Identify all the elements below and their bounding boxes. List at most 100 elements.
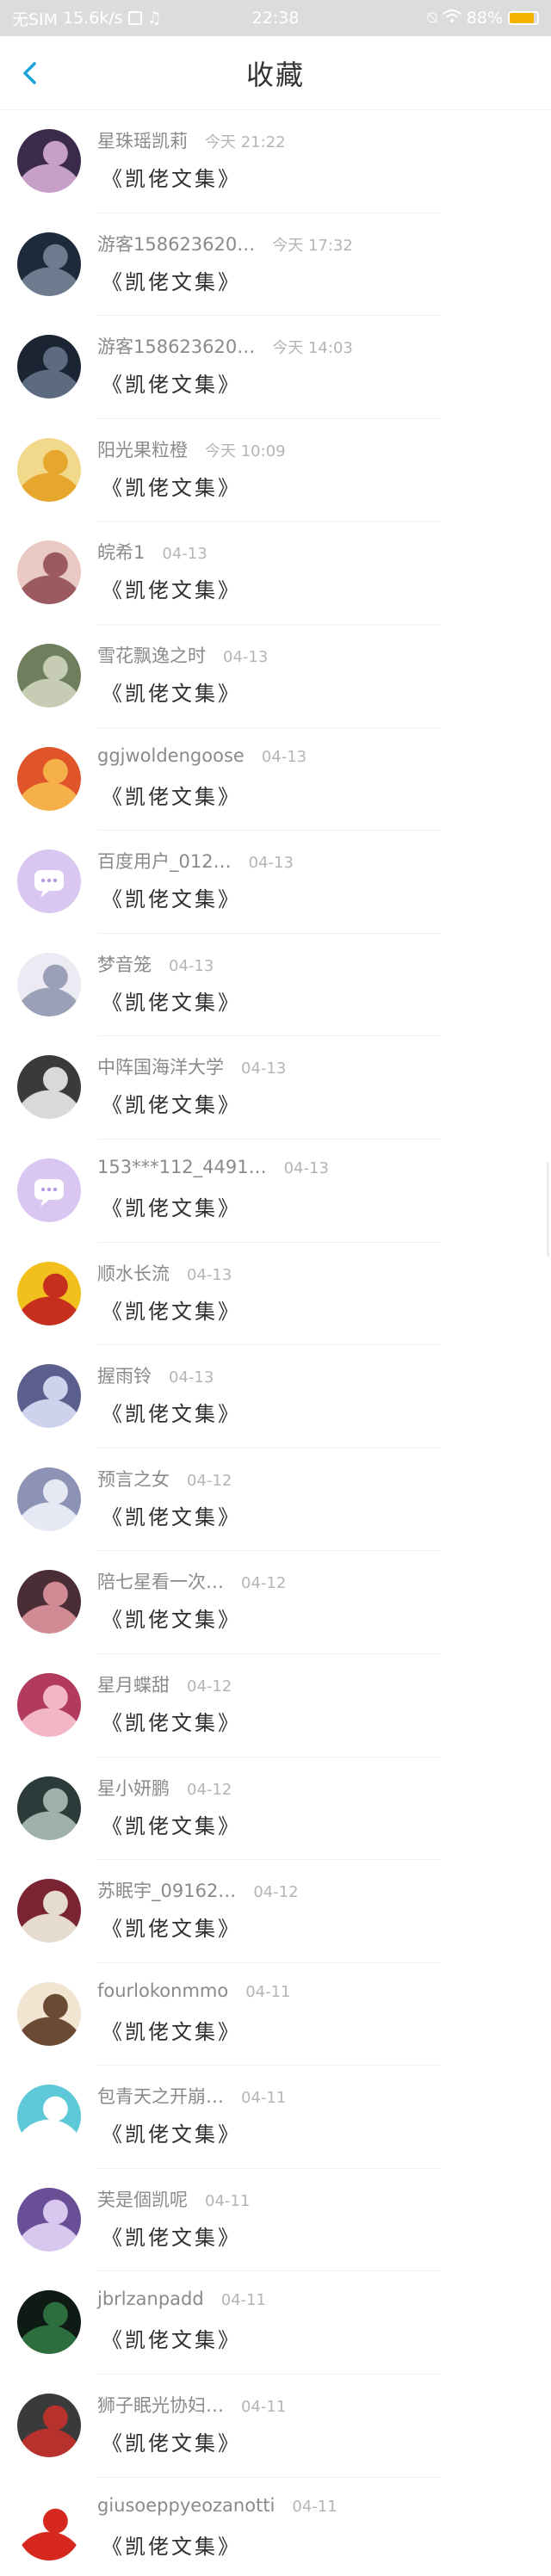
cartoon-avatar[interactable] <box>17 2496 81 2561</box>
list-item[interactable]: 狮子眠光协妇… 04-11 《凯佬文集》 <box>0 2375 551 2478</box>
user-name[interactable]: 百度用户_012… <box>97 848 232 874</box>
favorited-work-title[interactable]: 《凯佬文集》 <box>102 2221 241 2251</box>
list-item[interactable]: 握雨铃 04-13 《凯佬文集》 <box>0 1345 551 1449</box>
favorited-work-title[interactable]: 《凯佬文集》 <box>102 265 241 295</box>
list-item[interactable]: jbrlzanpadd 04-11 《凯佬文集》 <box>0 2271 551 2375</box>
list-item[interactable]: 游客158623620… 今天 14:03 《凯佬文集》 <box>0 316 551 419</box>
list-item[interactable]: 预言之女 04-12 《凯佬文集》 <box>0 1449 551 1552</box>
list-item[interactable]: 芙是個凯呢 04-11 《凯佬文集》 <box>0 2169 551 2272</box>
favorited-work-title[interactable]: 《凯佬文集》 <box>102 1603 241 1633</box>
user-name[interactable]: 梦音笼 <box>97 951 152 977</box>
favorited-work-title[interactable]: 《凯佬文集》 <box>102 1809 241 1839</box>
sunset-avatar[interactable] <box>17 1261 81 1325</box>
list-item[interactable]: 陪七星看一次… 04-12 《凯佬文集》 <box>0 1551 551 1654</box>
default-chat-avatar[interactable] <box>17 849 81 914</box>
user-name[interactable]: 153***112_4491… <box>97 1157 267 1177</box>
favorited-work-title[interactable]: 《凯佬文集》 <box>102 2426 241 2456</box>
favorited-work-title[interactable]: 《凯佬文集》 <box>102 1912 241 1942</box>
anime-girl-avatar[interactable] <box>17 1467 81 1531</box>
list-item[interactable]: 游客158623620… 今天 17:32 《凯佬文集》 <box>0 213 551 317</box>
list-item[interactable]: 包青天之开崩… 04-11 《凯佬文集》 <box>0 2066 551 2169</box>
favorited-work-title[interactable]: 《凯佬文集》 <box>102 882 241 912</box>
list-item[interactable]: 皖希1 04-13 《凯佬文集》 <box>0 522 551 625</box>
favorited-work-title[interactable]: 《凯佬文集》 <box>102 2015 241 2045</box>
user-name[interactable]: 星小妍鹏 <box>97 1775 170 1801</box>
user-name[interactable]: 雪花飘逸之时 <box>97 642 206 668</box>
user-name[interactable]: 芙是個凯呢 <box>97 2186 188 2212</box>
default-chat-avatar[interactable] <box>17 1158 81 1222</box>
list-item[interactable]: 百度用户_012… 04-13 《凯佬文集》 <box>0 831 551 934</box>
item-meta: 顺水长流 04-13 <box>97 1260 232 1286</box>
user-name[interactable]: jbrlzanpadd <box>97 2289 204 2309</box>
user-name[interactable]: 星月蝶甜 <box>97 1671 170 1697</box>
user-name[interactable]: 游客158623620… <box>97 231 255 256</box>
list-item[interactable]: 星月蝶甜 04-12 《凯佬文集》 <box>0 1654 551 1757</box>
user-name[interactable]: 顺水长流 <box>97 1260 170 1286</box>
list-item[interactable]: ggjwoldengoose 04-13 《凯佬文集》 <box>0 728 551 831</box>
anime-girl-avatar[interactable] <box>17 541 81 605</box>
favorited-work-title[interactable]: 《凯佬文集》 <box>102 985 241 1016</box>
favorited-work-title[interactable]: 《凯佬文集》 <box>102 1706 241 1736</box>
item-meta: 梦音笼 04-13 <box>97 951 214 977</box>
landscape-avatar[interactable] <box>17 643 81 707</box>
list-item[interactable]: fourlokonmmo 04-11 《凯佬文集》 <box>0 1963 551 2066</box>
anime-girl-avatar[interactable] <box>17 129 81 193</box>
anime-girl-avatar[interactable] <box>17 1672 81 1737</box>
favorited-work-title[interactable]: 《凯佬文集》 <box>102 1397 241 1427</box>
cartoon-avatar[interactable] <box>17 1981 81 2046</box>
list-item[interactable]: 顺水长流 04-13 《凯佬文集》 <box>0 1243 551 1346</box>
white-hair-avatar[interactable] <box>17 952 81 1016</box>
anime-girl-avatar[interactable] <box>17 1364 81 1429</box>
favorited-work-title[interactable]: 《凯佬文集》 <box>102 1088 241 1118</box>
portrait-avatar[interactable] <box>17 1879 81 1943</box>
favorited-work-title[interactable]: 《凯佬文集》 <box>102 1500 241 1530</box>
monochrome-avatar[interactable] <box>17 1055 81 1120</box>
user-name[interactable]: fourlokonmmo <box>97 1980 228 2001</box>
user-name[interactable]: 陪七星看一次… <box>97 1568 224 1594</box>
cartoon-avatar[interactable] <box>17 2085 81 2149</box>
fruit-avatar[interactable] <box>17 746 81 811</box>
list-item[interactable]: 153***112_4491… 04-13 《凯佬文集》 <box>0 1140 551 1243</box>
list-item[interactable]: 阳光果粒橙 今天 10:09 《凯佬文集》 <box>0 419 551 522</box>
night-avatar[interactable] <box>17 2290 81 2355</box>
portrait-avatar[interactable] <box>17 1776 81 1840</box>
list-item[interactable]: giusoeppyeozanotti 04-11 《凯佬文集》 <box>0 2478 551 2576</box>
favorited-work-title[interactable]: 《凯佬文集》 <box>102 2117 241 2147</box>
favorited-work-title[interactable]: 《凯佬文集》 <box>102 2323 241 2353</box>
flower-avatar[interactable] <box>17 437 81 502</box>
user-name[interactable]: 狮子眠光协妇… <box>97 2392 224 2418</box>
user-name[interactable]: 苏眠宇_09162… <box>97 1877 236 1903</box>
user-name[interactable]: 预言之女 <box>97 1466 170 1492</box>
user-name[interactable]: 中阵国海洋大学 <box>97 1053 224 1079</box>
favorited-work-title[interactable]: 《凯佬文集》 <box>102 676 241 707</box>
car-avatar[interactable] <box>17 2394 81 2458</box>
user-name[interactable]: ggjwoldengoose <box>97 745 245 766</box>
anime-girl-avatar[interactable] <box>17 2187 81 2252</box>
user-name[interactable]: 握雨铃 <box>97 1362 152 1388</box>
user-name[interactable]: 包青天之开崩… <box>97 2083 224 2109</box>
list-item[interactable]: 雪花飘逸之时 04-13 《凯佬文集》 <box>0 625 551 728</box>
favorited-work-title[interactable]: 《凯佬文集》 <box>102 471 241 501</box>
favorited-work-title[interactable]: 《凯佬文集》 <box>102 573 241 603</box>
user-name[interactable]: giusoeppyeozanotti <box>97 2495 275 2516</box>
dark-figure-avatar[interactable] <box>17 335 81 399</box>
favorited-work-title[interactable]: 《凯佬文集》 <box>102 2530 241 2560</box>
anime-girl-avatar[interactable] <box>17 1570 81 1634</box>
list-item[interactable]: 梦音笼 04-13 《凯佬文集》 <box>0 934 551 1037</box>
list-item[interactable]: 中阵国海洋大学 04-13 《凯佬文集》 <box>0 1036 551 1140</box>
user-name[interactable]: 星珠瑶凯莉 <box>97 127 188 153</box>
favorited-work-title[interactable]: 《凯佬文集》 <box>102 780 241 810</box>
list-item[interactable]: 星珠瑶凯莉 今天 21:22 《凯佬文集》 <box>0 110 551 213</box>
back-button[interactable] <box>17 59 43 88</box>
favorited-work-title[interactable]: 《凯佬文集》 <box>102 1294 241 1325</box>
scroll-indicator[interactable] <box>547 1162 549 1257</box>
list-item[interactable]: 苏眠宇_09162… 04-12 《凯佬文集》 <box>0 1860 551 1963</box>
favorited-work-title[interactable]: 《凯佬文集》 <box>102 162 241 192</box>
user-name[interactable]: 阳光果粒橙 <box>97 436 188 462</box>
user-name[interactable]: 皖希1 <box>97 539 145 565</box>
user-name[interactable]: 游客158623620… <box>97 333 255 359</box>
list-item[interactable]: 星小妍鹏 04-12 《凯佬文集》 <box>0 1757 551 1861</box>
favorited-work-title[interactable]: 《凯佬文集》 <box>102 1191 241 1221</box>
dark-figure-avatar[interactable] <box>17 232 81 296</box>
favorited-work-title[interactable]: 《凯佬文集》 <box>102 368 241 398</box>
